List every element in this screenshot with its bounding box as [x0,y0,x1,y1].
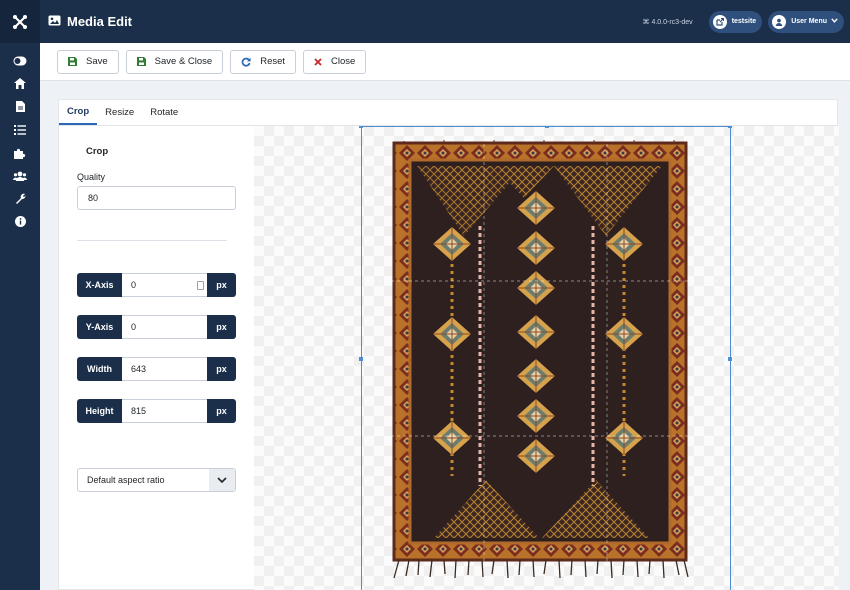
aspect-ratio-value: Default aspect ratio [87,475,165,485]
crop-handle-top[interactable] [545,126,549,128]
toolbar: Save Save & Close Reset Close [40,43,850,81]
close-icon [314,57,322,66]
x-axis-unit: px [207,273,236,297]
crop-handle-left[interactable] [359,357,363,361]
info-icon[interactable] [0,210,40,233]
height-label: Height [77,399,122,423]
close-button[interactable]: Close [303,49,367,74]
crop-heading: Crop [86,146,109,157]
puzzle-icon[interactable] [0,141,40,164]
crop-selection-box[interactable] [359,126,732,590]
x-axis-input[interactable]: 0 [122,273,207,297]
width-label: Width [77,357,122,381]
save-and-close-label: Save & Close [154,56,213,67]
save-icon [68,57,77,66]
media-edit-card: Crop Resize Rotate Crop Quality 80 X-Axi… [58,99,839,590]
header-bar: Media Edit ⌘ 4.0.0-rc3-dev testsite User… [40,0,850,43]
crop-handle-top-right[interactable] [728,126,732,128]
tab-crop[interactable]: Crop [59,100,98,125]
quality-input[interactable]: 80 [77,186,236,210]
width-value: 643 [131,364,147,374]
y-axis-group: Y-Axis 0 px [77,315,236,339]
x-axis-group: X-Axis 0 px [77,273,236,297]
height-group: Height 815 px [77,399,236,423]
version-label: ⌘ 4.0.0-rc3-dev [642,18,693,26]
home-icon[interactable] [0,72,40,95]
height-input[interactable]: 815 [122,399,207,423]
user-menu-button[interactable]: User Menu [768,10,844,33]
users-icon[interactable] [0,164,40,187]
edit-tabs: Crop Resize Rotate [59,100,837,126]
quality-label: Quality [77,172,106,182]
refresh-icon [241,57,251,67]
crop-handle-right[interactable] [728,357,732,361]
image-icon [48,13,61,31]
user-icon [772,14,787,29]
x-axis-label: X-Axis [77,273,122,297]
tab-resize[interactable]: Resize [97,100,142,125]
x-axis-value: 0 [131,280,137,290]
image-canvas[interactable] [254,126,839,590]
reset-label: Reset [260,56,286,67]
tab-rotate[interactable]: Rotate [142,100,186,125]
save-and-close-button[interactable]: Save & Close [125,49,224,74]
save-icon [136,57,146,66]
crop-panel: Crop Quality 80 X-Axis 0 px Y-Axis 0 px … [59,126,254,590]
y-axis-label: Y-Axis [77,315,122,339]
width-input[interactable]: 643 [122,357,207,381]
y-axis-unit: px [207,315,236,339]
page-title: Media Edit [67,14,133,29]
reset-button[interactable]: Reset [230,49,297,74]
width-unit: px [207,357,236,381]
y-axis-input[interactable]: 0 [122,315,207,339]
chevron-down-icon [831,18,838,25]
chevron-down-icon [209,469,235,491]
save-label: Save [86,56,108,67]
file-icon[interactable] [0,95,40,118]
height-value: 815 [131,406,147,416]
site-link-button[interactable]: testsite [708,10,763,33]
site-link-label: testsite [731,18,757,25]
wrench-icon[interactable] [0,187,40,210]
close-label: Close [331,56,356,67]
external-link-icon [712,14,727,29]
list-icon[interactable] [0,118,40,141]
sidebar [0,0,40,590]
height-unit: px [207,399,236,423]
width-group: Width 643 px [77,357,236,381]
divider [77,240,227,241]
crop-handle-top-left[interactable] [359,126,363,128]
user-menu-label: User Menu [791,18,827,25]
save-button[interactable]: Save [57,49,119,74]
aspect-ratio-select[interactable]: Default aspect ratio [77,468,236,492]
y-axis-value: 0 [131,322,137,332]
joomla-logo-icon[interactable] [0,0,40,43]
toggle-menu-icon[interactable] [0,49,40,72]
number-spinner-icon[interactable] [197,281,204,290]
